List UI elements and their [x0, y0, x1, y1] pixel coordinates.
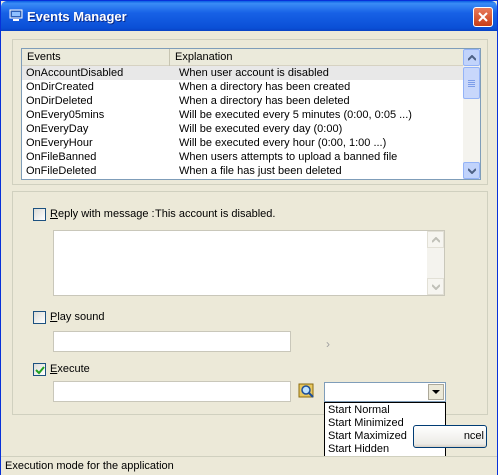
event-explanation: Will be executed every 5 minutes (0:00, … [179, 109, 412, 121]
checkmark-icon [35, 366, 45, 375]
option-start-maximized[interactable]: Start Maximized [328, 430, 407, 443]
scroll-down-button[interactable] [463, 162, 480, 179]
title-bar[interactable]: Events Manager [1, 1, 497, 31]
event-explanation: When a file has just been deleted [179, 165, 342, 177]
column-header-events[interactable]: Events [22, 49, 170, 66]
list-item[interactable]: OnFileDeleted When a file has just been … [22, 164, 464, 178]
status-text: Execution mode for the application [5, 460, 174, 472]
sound-file-input[interactable] [53, 331, 291, 352]
event-name: OnDirDeleted [26, 95, 93, 107]
execution-mode-select[interactable] [324, 382, 446, 402]
list-vertical-scrollbar[interactable] [463, 49, 480, 179]
execute-checkbox[interactable] [33, 363, 46, 376]
textarea-scroll-up[interactable] [427, 231, 444, 248]
cancel-button-label: ncel [463, 430, 484, 442]
cancel-button[interactable]: ncel [413, 425, 487, 448]
scroll-up-button[interactable] [463, 49, 480, 66]
list-item[interactable]: OnEveryDay Will be executed every day (0… [22, 122, 464, 136]
list-header: Events Explanation [22, 49, 464, 66]
list-item[interactable]: OnFileBanned When users attempts to uplo… [22, 150, 464, 164]
chevron-down-icon [432, 390, 440, 394]
event-name: OnEveryHour [26, 137, 93, 149]
event-explanation: When user account is disabled [179, 67, 329, 79]
event-explanation: Will be executed every day (0:00) [179, 123, 343, 135]
event-name: OnFileBanned [26, 151, 97, 163]
event-explanation: When a directory has been deleted [179, 95, 350, 107]
event-name: OnEveryDay [26, 123, 89, 135]
scroll-thumb[interactable] [463, 67, 480, 99]
option-start-minimized[interactable]: Start Minimized [328, 417, 404, 430]
window-title: Events Manager [27, 9, 127, 24]
play-sound-label[interactable]: Play sound [50, 311, 104, 323]
option-start-hidden[interactable]: Start Hidden [328, 443, 389, 456]
play-sound-checkbox[interactable] [33, 311, 46, 324]
column-header-explanation[interactable]: Explanation [170, 49, 464, 66]
status-bar: Execution mode for the application [1, 456, 497, 475]
event-name: OnDirCreated [26, 81, 94, 93]
list-item[interactable]: OnEvery05mins Will be executed every 5 m… [22, 108, 464, 122]
close-button[interactable] [473, 7, 493, 27]
close-icon [478, 12, 488, 22]
events-list-panel: Events Explanation OnAccountDisabled Whe… [12, 39, 488, 185]
reply-message-textarea[interactable] [53, 230, 445, 296]
chevron-down-icon [468, 168, 476, 174]
option-start-normal[interactable]: Start Normal [328, 404, 390, 417]
reply-message-preview: This account is disabled. [155, 208, 276, 220]
app-icon [9, 9, 23, 22]
execute-command-input[interactable] [53, 381, 291, 402]
events-list[interactable]: Events Explanation OnAccountDisabled Whe… [21, 48, 481, 180]
chevron-up-icon [468, 55, 476, 61]
event-explanation: Will be executed every hour (0:00, 1:00 … [179, 137, 387, 149]
list-item[interactable]: OnAccountDisabled When user account is d… [22, 66, 464, 80]
event-explanation: When users attempts to upload a banned f… [179, 151, 398, 163]
search-folder-icon [298, 383, 314, 398]
chevron-down-icon [432, 284, 440, 290]
reply-label[interactable]: Reply with message : [50, 208, 155, 220]
textarea-scrollbar[interactable] [427, 231, 444, 295]
browse-executable-button[interactable] [297, 381, 317, 401]
events-manager-window: Events Manager Events Explanation OnAcco… [0, 0, 498, 475]
browse-sound-icon[interactable]: › [326, 337, 330, 351]
execute-label[interactable]: Execute [50, 363, 90, 375]
list-item[interactable]: OnDirDeleted When a directory has been d… [22, 94, 464, 108]
list-item[interactable]: OnEveryHour Will be executed every hour … [22, 136, 464, 150]
chevron-up-icon [432, 237, 440, 243]
textarea-scroll-down[interactable] [427, 278, 444, 295]
list-rows: OnAccountDisabled When user account is d… [22, 66, 464, 178]
reply-checkbox[interactable] [33, 208, 46, 221]
combo-dropdown-button[interactable] [428, 384, 444, 400]
event-name: OnEvery05mins [26, 109, 105, 121]
list-item[interactable]: OnDirCreated When a directory has been c… [22, 80, 464, 94]
event-name: OnFileDeleted [26, 165, 97, 177]
event-explanation: When a directory has been created [179, 81, 351, 93]
event-name: OnAccountDisabled [26, 67, 124, 79]
